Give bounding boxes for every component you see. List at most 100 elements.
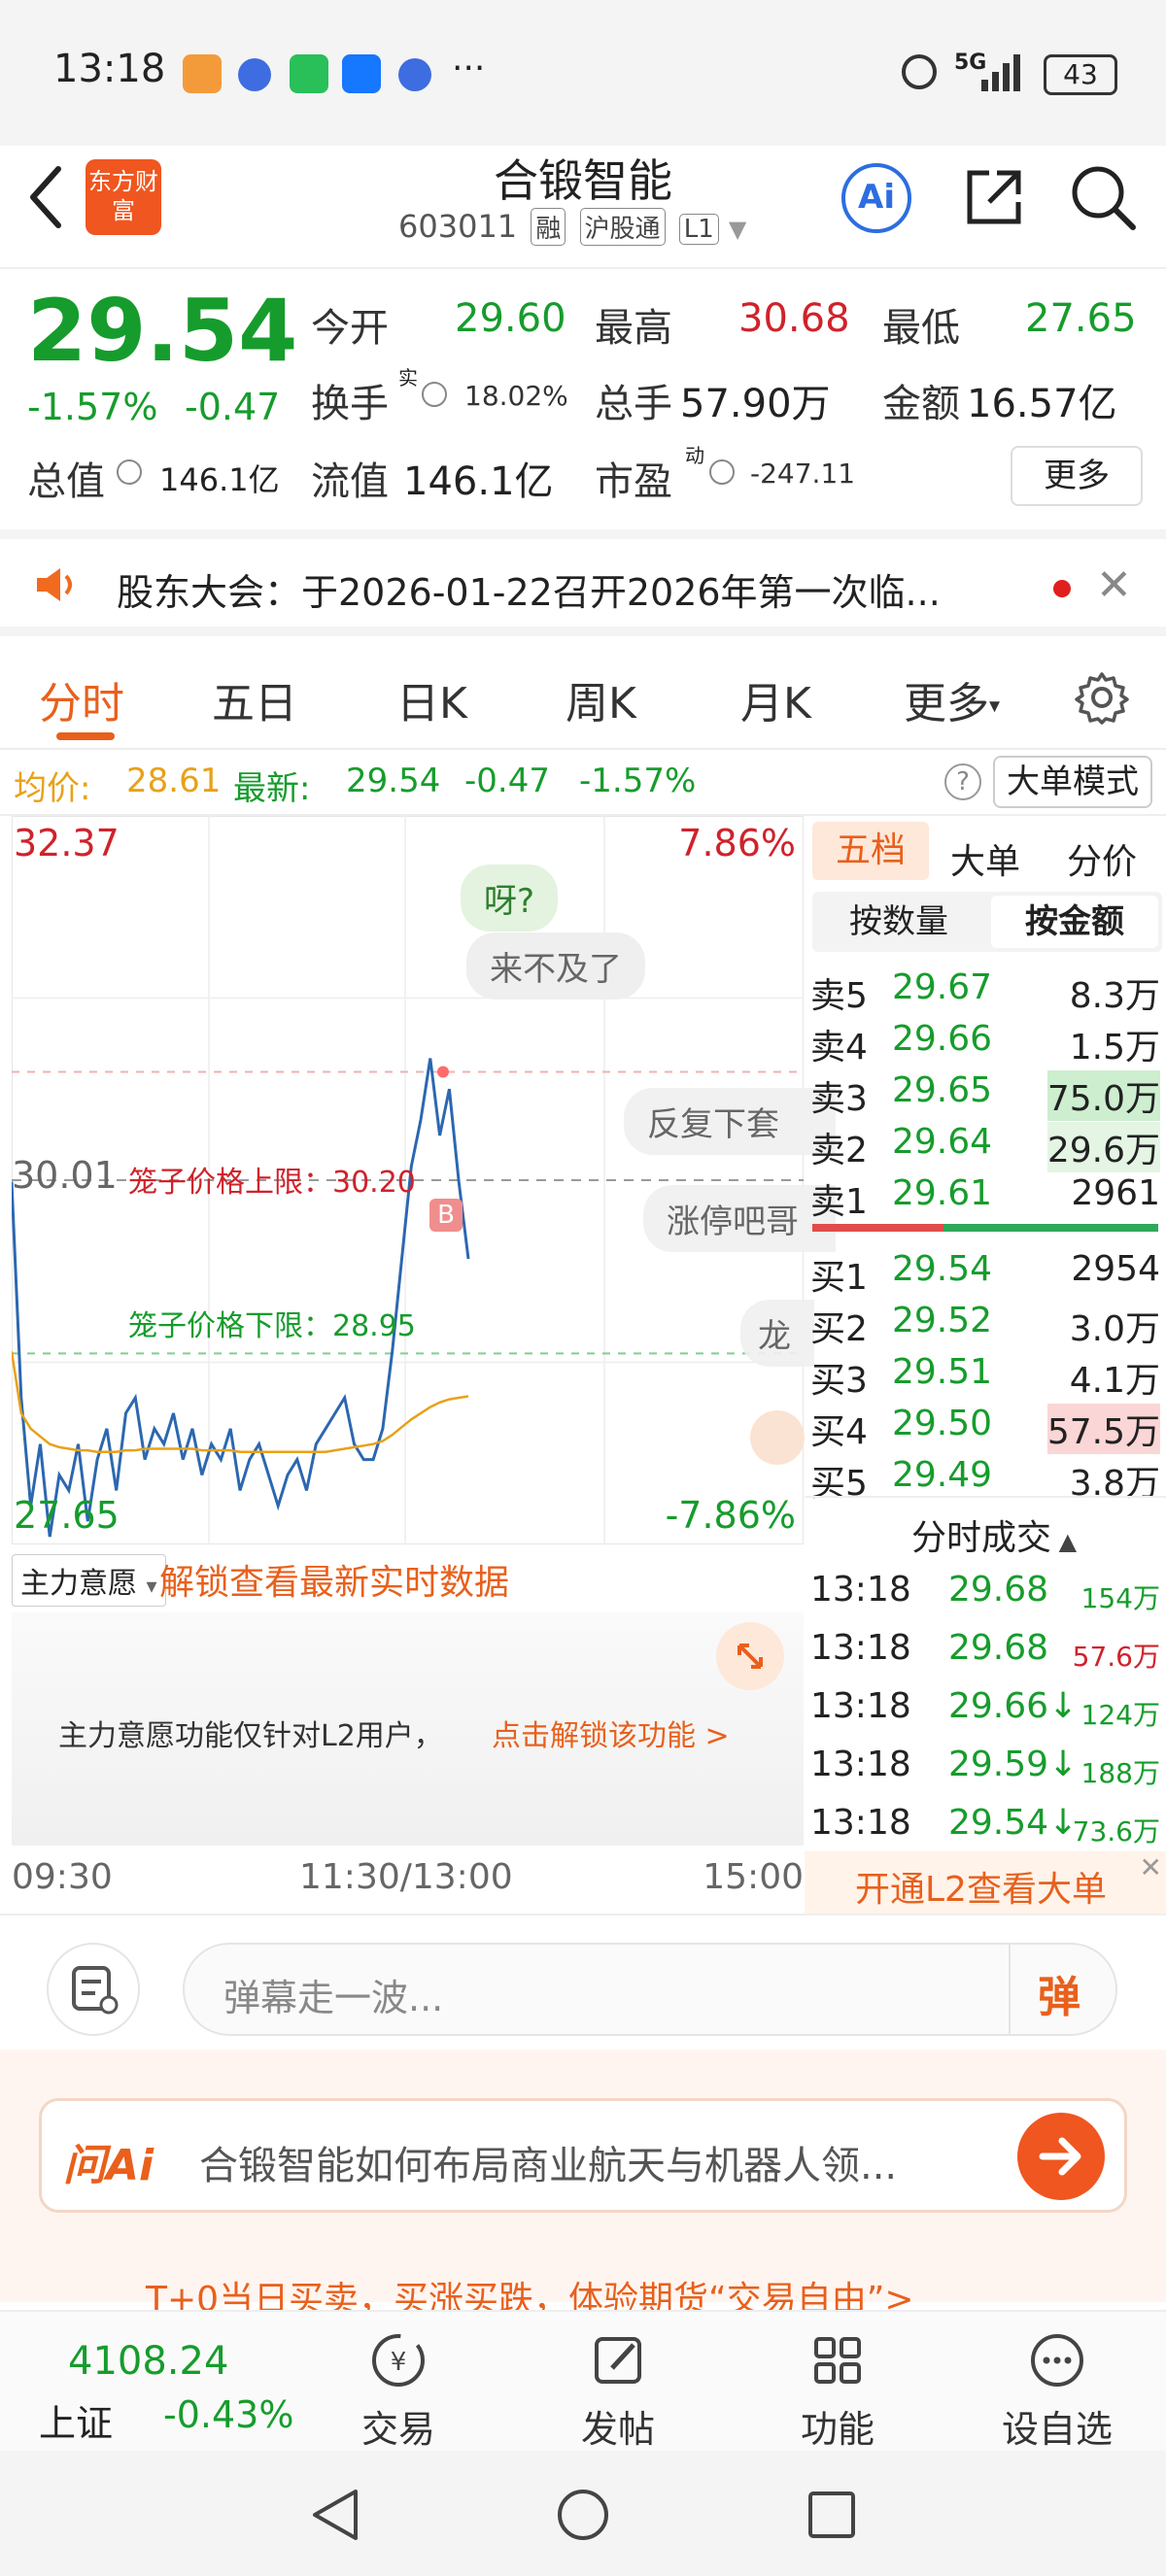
chevron-up-icon: ▲ — [1051, 1528, 1078, 1555]
ai-query-text: 合锻智能如何布局商业航天与机器人领... — [199, 2144, 898, 2188]
quote-panel: 29.54 -1.57% -0.47 今开 29.60 最高 30.68 最低 … — [0, 269, 1166, 526]
expand-icon[interactable] — [716, 1622, 784, 1690]
index-name: 上证 — [39, 2402, 114, 2445]
ask-level-label: 卖2 — [810, 1131, 868, 1170]
ask-price: 29.61 — [892, 1173, 993, 1213]
connect-tag: 沪股通 — [579, 208, 666, 246]
gear-icon[interactable] — [1075, 670, 1129, 725]
y-min-label: 27.65 — [14, 1494, 120, 1537]
ask-row: 卖3 29.65 75.0万 — [805, 1065, 1166, 1121]
grid-icon — [814, 2337, 861, 2384]
ask-price: 29.65 — [892, 1070, 993, 1110]
tab-five-level[interactable]: 五档 — [812, 822, 929, 880]
more-circle-icon — [1031, 2334, 1083, 2387]
share-icon[interactable] — [962, 165, 1026, 229]
nav-add-watchlist[interactable]: 设自选 — [989, 2331, 1125, 2453]
recents-square-icon[interactable] — [806, 2490, 857, 2540]
bid-level-label: 买3 — [810, 1361, 868, 1401]
tab-monthly-k[interactable]: 月K — [740, 668, 811, 730]
chevron-down-icon[interactable]: ▼ — [729, 216, 746, 243]
tab-more[interactable]: 更多▾ — [904, 668, 1000, 730]
bid-row: 买2 29.52 3.0万 — [805, 1295, 1166, 1349]
l2-banner[interactable]: 开通L2查看大单 ✕ — [805, 1851, 1166, 1914]
nav-trade[interactable]: ¥ 交易 — [330, 2331, 466, 2453]
danmu-bubble: 呀? — [461, 864, 559, 932]
index-widget[interactable]: 4108.24 上证 -0.43% — [29, 2329, 311, 2446]
main-force-dropdown[interactable]: 主力意愿 ▾ — [12, 1554, 166, 1607]
tab-intraday[interactable]: 分时 — [39, 668, 124, 730]
x-label-close: 15:00 — [703, 1857, 804, 1897]
price-line — [12, 1058, 470, 1538]
trade-row: 13:18 29.66↓ 124万 — [805, 1680, 1166, 1731]
latest-value: 29.54 — [346, 762, 441, 800]
change-percent: -1.57% — [27, 386, 158, 428]
tab-weekly-k[interactable]: 周K — [566, 668, 636, 730]
system-nav-bar — [0, 2451, 1166, 2576]
subtab-by-amount[interactable]: 按金额 — [991, 896, 1158, 948]
tab-daily-k[interactable]: 日K — [396, 668, 467, 730]
trade-row: 13:18 29.68 154万 — [805, 1564, 1166, 1614]
float-label: 流值 — [311, 459, 389, 504]
ai-query-box[interactable]: 问Ai 合锻智能如何布局商业航天与机器人领... — [39, 2098, 1127, 2213]
danmu-input[interactable]: 弹幕走一波... 弹 — [183, 1943, 1117, 2036]
unlock-feature-link[interactable]: 点击解锁该功能 > — [492, 1712, 730, 1754]
high-value: 30.68 — [738, 296, 850, 341]
current-price: 29.54 — [27, 281, 298, 381]
bid-price: 29.50 — [892, 1404, 993, 1443]
bid-row: 买5 29.49 3.8万 — [805, 1449, 1166, 1504]
ai-button[interactable]: Ai — [841, 163, 911, 233]
edit-icon — [595, 2337, 641, 2384]
chevron-down-icon: ▾ — [989, 694, 1001, 719]
main-force-panel: 主力意愿功能仅针对L2用户， 点击解锁该功能 > — [12, 1612, 804, 1846]
bid-volume: 3.0万 — [1069, 1309, 1160, 1349]
notice-text: 股东大会：于2026-01-22召开2026年第一次临... — [117, 571, 941, 614]
info-icon[interactable] — [709, 459, 735, 485]
bid-level-label: 买1 — [810, 1258, 868, 1298]
unlock-link[interactable]: 解锁查看最新实时数据 — [159, 1554, 509, 1605]
trade-volume: 73.6万 — [1072, 1815, 1160, 1847]
buy-marker[interactable]: B — [429, 1199, 463, 1232]
trade-volume: 124万 — [1080, 1699, 1160, 1731]
home-circle-icon[interactable] — [556, 2488, 610, 2542]
ask-volume: 8.3万 — [1069, 976, 1160, 1016]
tab-price-dist[interactable]: 分价 — [1067, 833, 1137, 884]
close-icon[interactable]: ✕ — [1140, 1851, 1162, 1883]
danmu-bubble: 来不及了 — [466, 932, 645, 1000]
danmu-settings-icon[interactable] — [47, 1943, 140, 2036]
trade-row: 13:18 29.54↓ 73.6万 — [805, 1797, 1166, 1847]
close-icon[interactable]: ✕ — [1096, 560, 1132, 610]
notice-bar[interactable]: 股东大会：于2026-01-22召开2026年第一次临... ✕ — [0, 529, 1166, 636]
level-tag[interactable]: L1 — [678, 214, 719, 245]
arrow-right-icon[interactable] — [1017, 2113, 1105, 2200]
bid-volume: 2954 — [1071, 1249, 1160, 1289]
l2-banner-text: 开通L2查看大单 — [855, 1870, 1107, 1910]
open-label: 今开 — [311, 306, 389, 351]
intraday-chart[interactable]: 32.37 7.86% 30.01 27.65 -7.86% 笼子价格上限：30… — [12, 816, 836, 1544]
trade-volume: 57.6万 — [1072, 1641, 1160, 1673]
trades-title[interactable]: 分时成交 ▲ — [911, 1509, 1077, 1560]
low-value: 27.65 — [1025, 296, 1137, 341]
more-button[interactable]: 更多 — [1011, 446, 1143, 506]
tab-five-day[interactable]: 五日 — [212, 668, 297, 730]
back-triangle-icon[interactable] — [309, 2488, 361, 2542]
period-tabs: 分时 五日 日K 周K 月K 更多▾ — [0, 641, 1166, 750]
nav-post[interactable]: 发帖 — [550, 2331, 686, 2453]
help-icon[interactable]: ? — [944, 763, 981, 800]
promo-ticker[interactable]: T+0当日买卖，买涨买跌，体验期货“交易自由”> — [19, 2271, 1147, 2310]
subtab-by-volume[interactable]: 按数量 — [812, 892, 985, 952]
mascot-icon[interactable] — [750, 1410, 805, 1465]
info-icon[interactable] — [117, 459, 142, 485]
info-icon[interactable] — [422, 382, 447, 407]
app-notification-icon — [183, 54, 222, 93]
search-icon[interactable] — [1069, 163, 1137, 231]
status-bar: 13:18 ··· 5G 43 — [0, 0, 1166, 146]
nav-functions[interactable]: 功能 — [770, 2331, 906, 2453]
danmu-send-button[interactable]: 弹 — [1038, 1962, 1080, 2024]
bid-row: 买1 29.54 2954 — [805, 1243, 1166, 1298]
wechat-icon — [290, 54, 328, 93]
bid-price: 29.54 — [892, 1249, 993, 1289]
tab-big-orders[interactable]: 大单 — [950, 833, 1020, 884]
chevron-down-icon: ▾ — [146, 1575, 157, 1599]
ai-assistant-bar: 问Ai 合锻智能如何布局商业航天与机器人领... T+0当日买卖，买涨买跌，体验… — [0, 2050, 1166, 2310]
big-order-mode-button[interactable]: 大单模式 — [993, 756, 1152, 808]
